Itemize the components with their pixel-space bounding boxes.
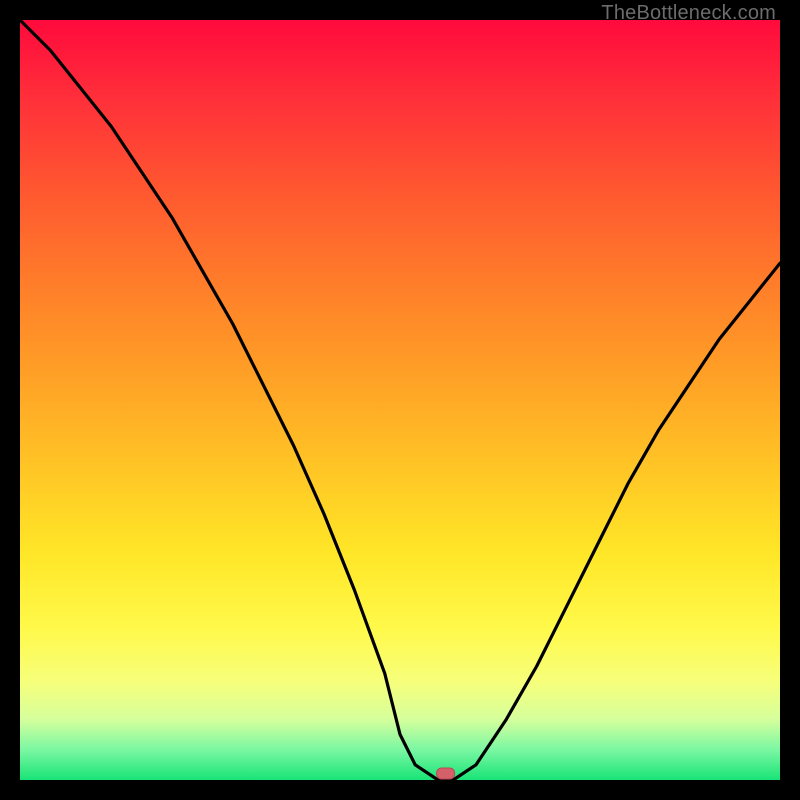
curve-path [20, 20, 780, 780]
plot-area [20, 20, 780, 780]
valley-marker [437, 768, 455, 779]
bottleneck-curve [20, 20, 780, 780]
chart-frame: TheBottleneck.com [0, 0, 800, 800]
